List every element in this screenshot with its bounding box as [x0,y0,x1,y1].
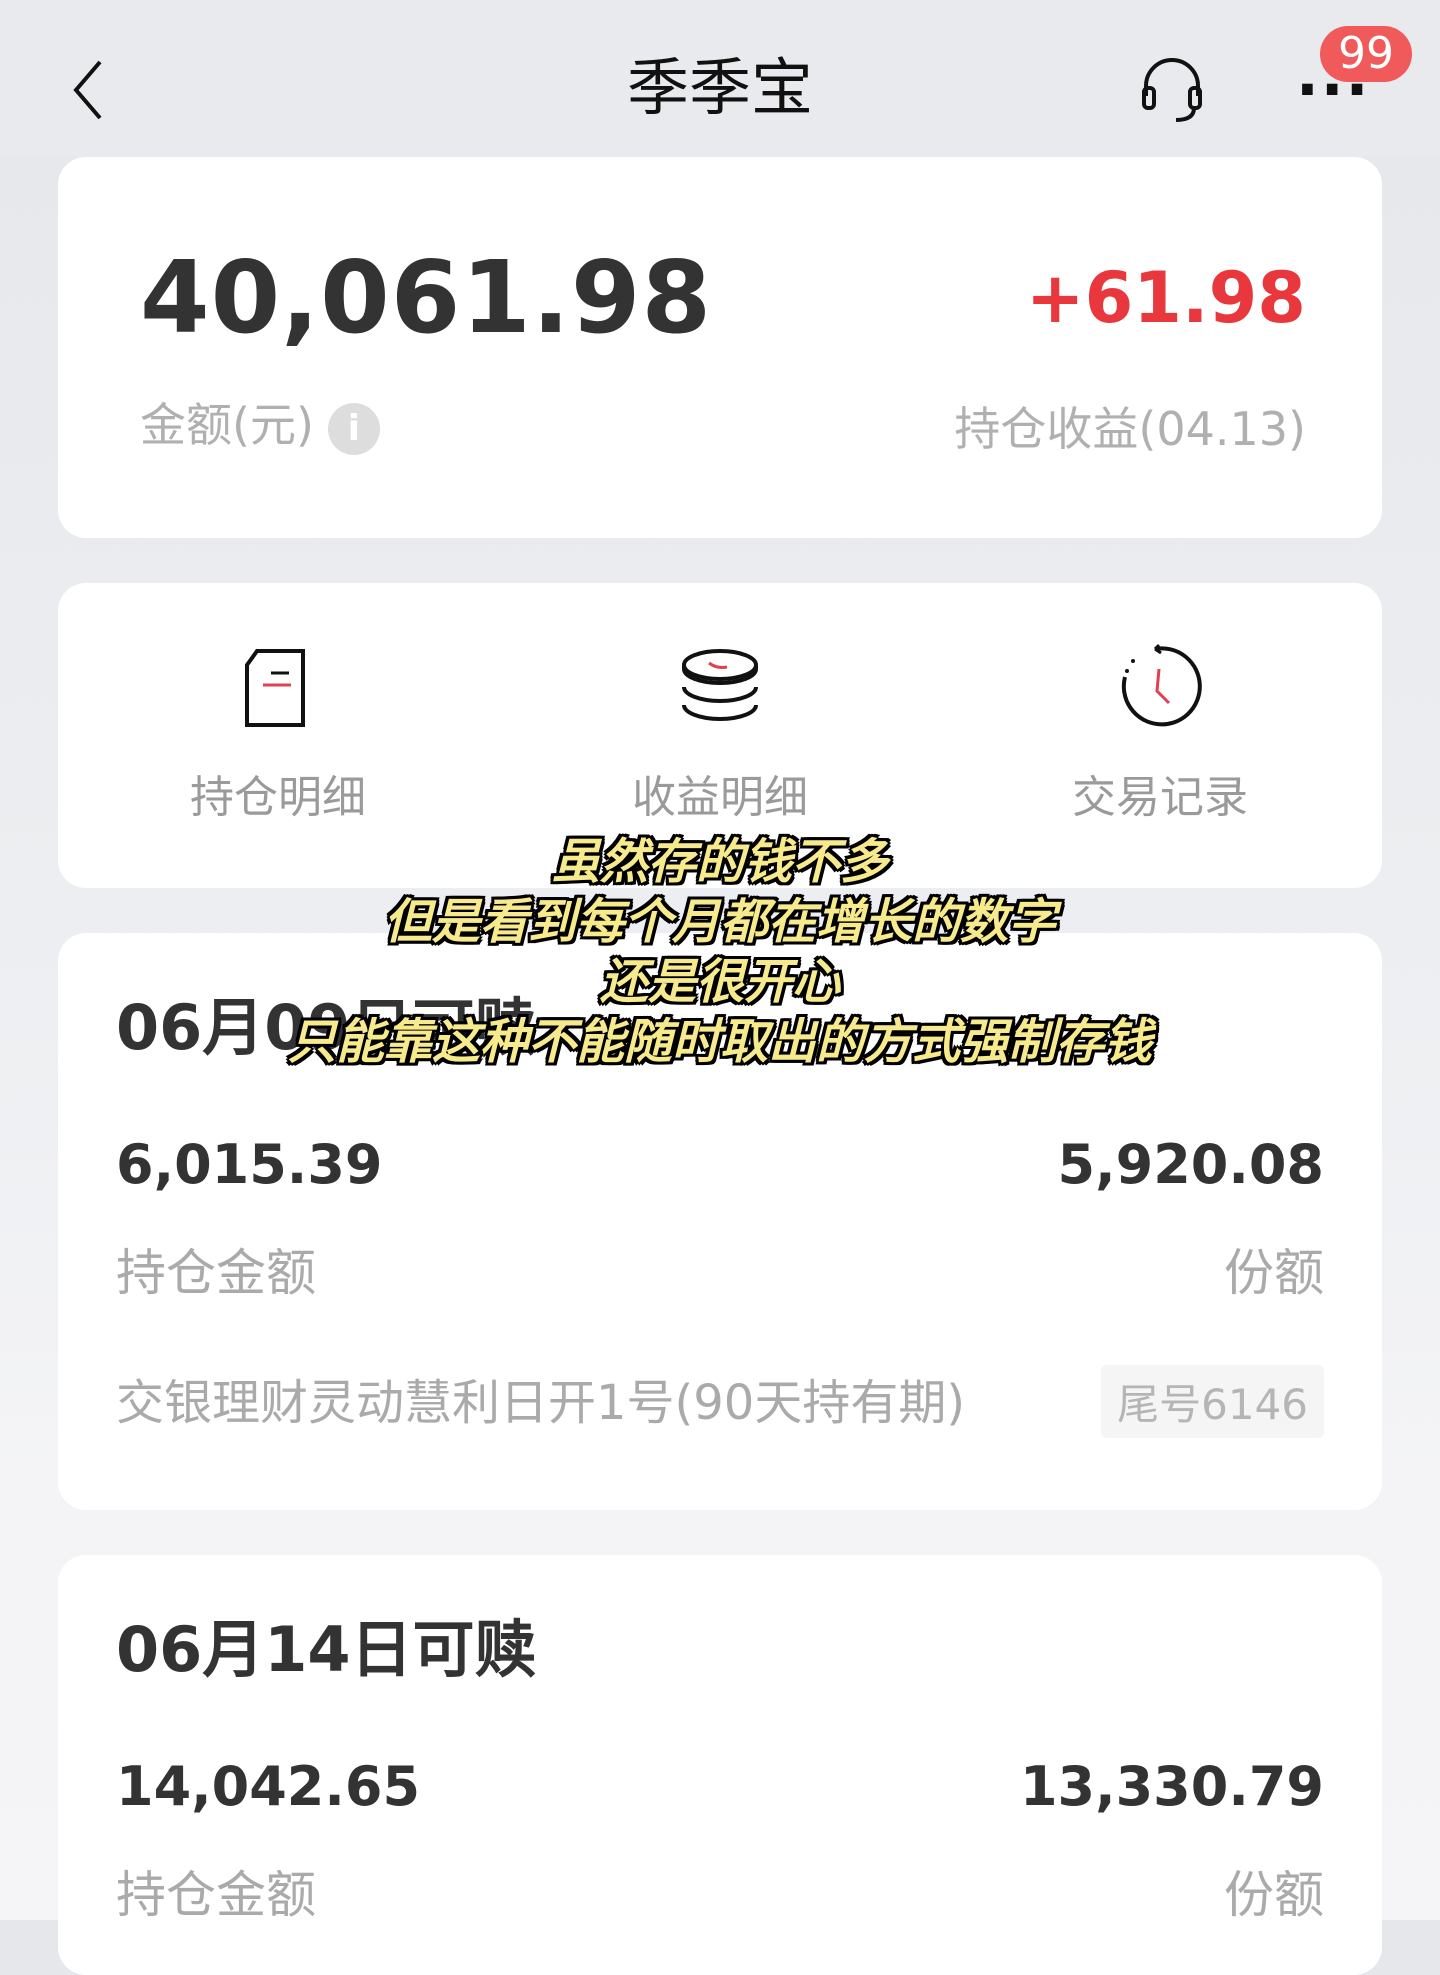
action-label: 收益明细 [632,772,808,823]
amount-label-text: 金额(元) [140,398,314,452]
notification-badge: 99 [1320,26,1412,82]
action-income-detail[interactable]: 收益明细 [570,643,870,825]
account-tail-tag: 尾号6146 [1101,1365,1324,1438]
holding-shares: 5,920.08 [1057,1133,1324,1196]
amount-label: 金额(元) i [140,389,380,455]
holding-amount-label: 持仓金额 [116,1866,316,1924]
video-subtitles: 虽然存的钱不多 但是看到每个月都在增长的数字 还是很开心 只能靠这种不能随时取出… [0,832,1440,1072]
action-label: 持仓明细 [190,772,366,823]
info-icon[interactable]: i [327,402,380,455]
page-title: 季季宝 [626,51,813,124]
holding-shares: 13,330.79 [1019,1755,1324,1818]
holding-gain: +61.98 [1025,257,1306,339]
clock-history-icon [1121,643,1202,727]
document-icon [245,649,305,727]
subtitle-line: 但是看到每个月都在增长的数字 [383,894,1056,950]
action-transaction-record[interactable]: 交易记录 [1010,643,1310,825]
holding-shares-label: 份额 [1224,1866,1324,1924]
holding-amount-label: 持仓金额 [116,1244,316,1302]
gain-label: 持仓收益(04.13) [954,402,1306,456]
subtitle-line: 还是很开心 [599,954,840,1010]
nav-bar: 季季宝 ··· 99 [0,0,1440,157]
subtitle-line: 只能靠这种不能随时取出的方式强制存钱 [287,1014,1152,1070]
action-label: 交易记录 [1072,772,1248,823]
summary-card: 40,061.98 +61.98 金额(元) i 持仓收益(04.13) [58,157,1382,538]
holding-shares-label: 份额 [1224,1244,1324,1302]
redeem-date-title: 06月14日可赎 [116,1613,537,1686]
subtitle-line: 虽然存的钱不多 [551,834,888,890]
headset-icon[interactable] [1136,52,1208,124]
holding-amount: 14,042.65 [116,1755,421,1818]
product-name: 交银理财灵动慧利日开1号(90天持有期) [116,1375,966,1431]
holding-card[interactable]: 06月14日可赎 14,042.65 13,330.79 持仓金额 份额 [58,1555,1382,1975]
action-holding-detail[interactable]: 持仓明细 [128,643,428,825]
coins-stack-icon [682,649,758,721]
total-amount: 40,061.98 [140,239,713,356]
holding-amount: 6,015.39 [116,1133,383,1196]
